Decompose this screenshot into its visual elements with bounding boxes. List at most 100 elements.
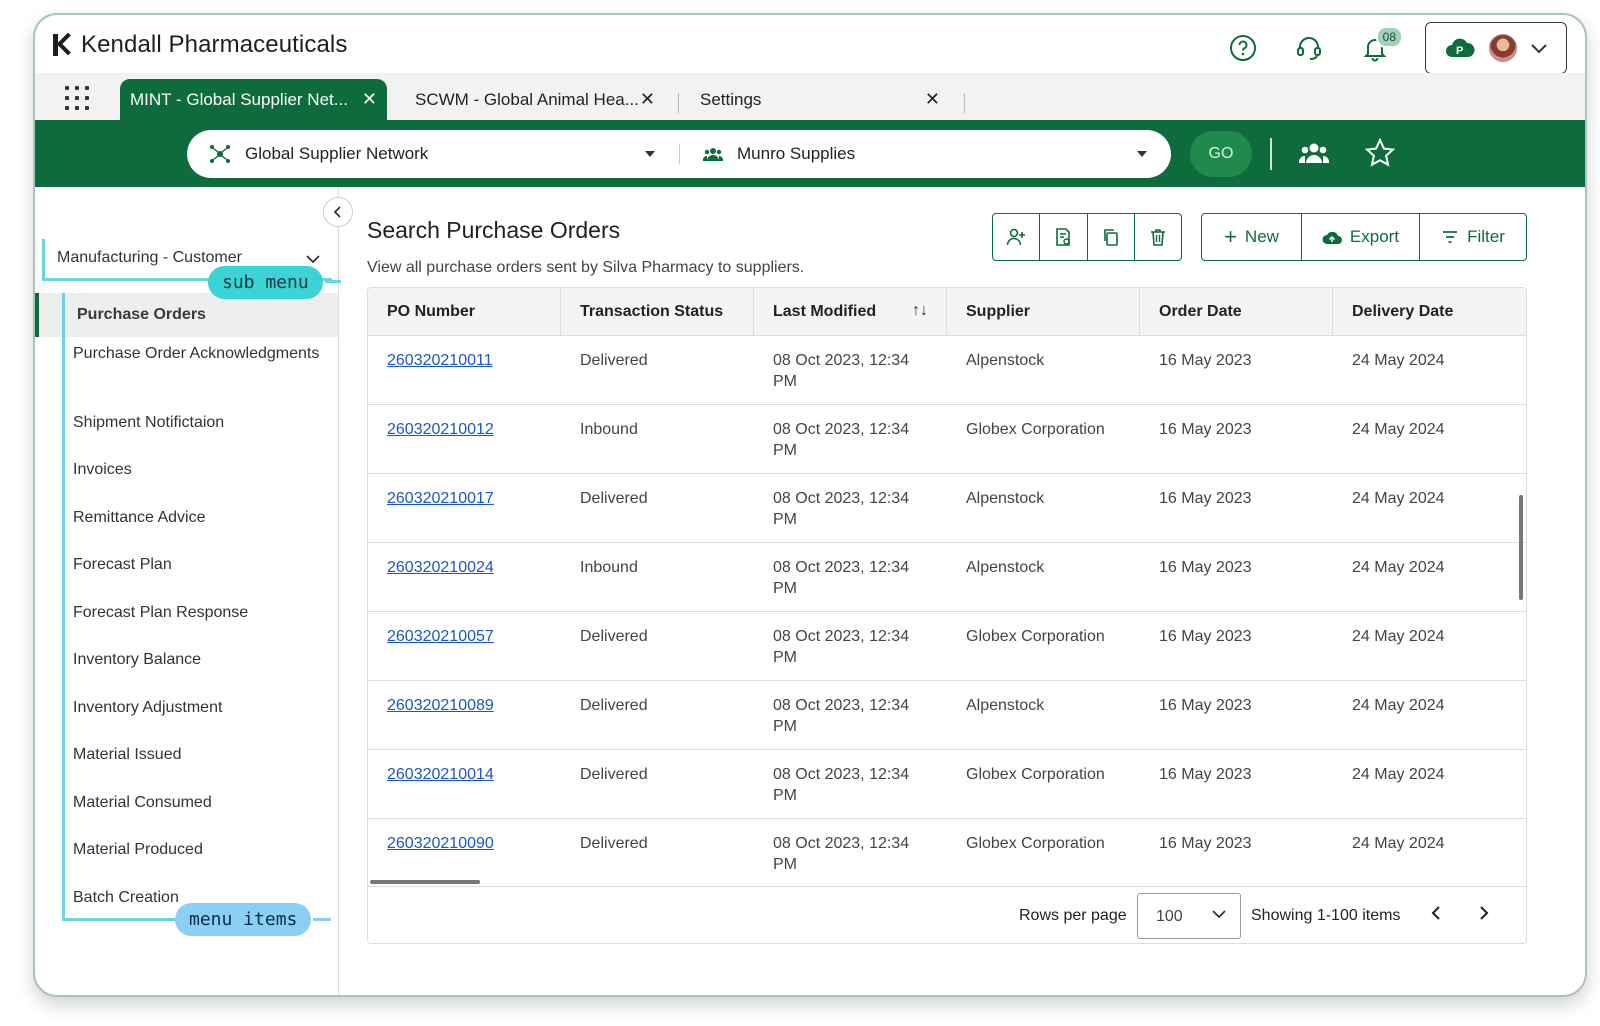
- export-button[interactable]: Export: [1302, 214, 1420, 260]
- delete-icon[interactable]: [1135, 214, 1181, 260]
- sidebar-item-shipment-notification[interactable]: Shipment Notifictaion: [73, 412, 323, 434]
- context-selector: Global Supplier Network Munro Supplies: [187, 130, 1171, 178]
- annotation-connector: [325, 280, 341, 283]
- po-number-link[interactable]: 260320210017: [387, 490, 494, 507]
- column-header-order-date[interactable]: Order Date: [1140, 288, 1333, 335]
- brand-logo[interactable]: Kendall Pharmaceuticals: [53, 31, 347, 59]
- sidebar-item-material-produced[interactable]: Material Produced: [73, 839, 323, 861]
- group-icon: [703, 148, 723, 161]
- last-modified-cell: 08 Oct 2023, 12:34 PM: [773, 766, 910, 804]
- last-modified-cell: 08 Oct 2023, 12:34 PM: [773, 628, 910, 666]
- tab-mint[interactable]: MINT - Global Supplier Net... ✕: [120, 79, 387, 120]
- submenu-label: Manufacturing - Customer: [57, 249, 242, 266]
- submenu-annotation-tag: sub menu: [208, 266, 323, 299]
- table-header: PO Number Transaction Status Last Modifi…: [368, 288, 1526, 336]
- sort-icon[interactable]: ↑↓: [912, 302, 928, 320]
- network-icon: [210, 145, 230, 163]
- filter-label: Filter: [1467, 227, 1505, 246]
- supplier-cell: Globex Corporation: [966, 628, 1105, 645]
- favorite-star-icon[interactable]: [1364, 137, 1396, 173]
- chevron-down-icon: [306, 255, 320, 264]
- column-header-delivery-date[interactable]: Delivery Date: [1333, 288, 1526, 335]
- account-menu-button[interactable]: P: [1425, 22, 1567, 74]
- sidebar-item-forecast-plan[interactable]: Forecast Plan: [73, 554, 323, 576]
- po-number-link[interactable]: 260320210024: [387, 559, 494, 576]
- po-number-link[interactable]: 260320210057: [387, 628, 494, 645]
- horizontal-scrollbar[interactable]: [370, 880, 480, 884]
- previous-page-button[interactable]: [1430, 905, 1442, 926]
- sidebar-item-material-issued[interactable]: Material Issued: [73, 744, 323, 766]
- kendall-logo-icon: [53, 34, 73, 56]
- po-number-link[interactable]: 260320210090: [387, 835, 494, 852]
- last-modified-cell: 08 Oct 2023, 12:34 PM: [773, 421, 910, 459]
- supplier-select[interactable]: Munro Supplies: [679, 130, 1171, 178]
- supplier-cell: Alpenstock: [966, 490, 1045, 507]
- column-header-po-number[interactable]: PO Number: [368, 288, 561, 335]
- tab-label: SCWM - Global Animal Hea...: [415, 89, 639, 109]
- status-cell: Delivered: [580, 766, 648, 783]
- next-page-button[interactable]: [1478, 905, 1490, 926]
- filter-button[interactable]: Filter: [1420, 214, 1526, 260]
- go-button[interactable]: GO: [1190, 131, 1252, 177]
- status-cell: Delivered: [580, 697, 648, 714]
- order-date-cell: 16 May 2023: [1159, 697, 1252, 714]
- last-modified-cell: 08 Oct 2023, 12:34 PM: [773, 697, 910, 735]
- vertical-scrollbar[interactable]: [1519, 495, 1523, 600]
- users-icon[interactable]: [1298, 140, 1330, 171]
- chevron-left-icon: [1431, 906, 1440, 920]
- sidebar-item-inventory-balance[interactable]: Inventory Balance: [73, 649, 323, 671]
- row-action-toolbar: [992, 213, 1182, 261]
- bell-icon[interactable]: 08: [1359, 26, 1403, 64]
- close-icon[interactable]: ✕: [925, 89, 940, 110]
- supplier-value: Munro Supplies: [737, 144, 856, 163]
- notification-badge: 08: [1375, 26, 1403, 48]
- last-modified-cell: 08 Oct 2023, 12:34 PM: [773, 352, 910, 390]
- po-number-link[interactable]: 260320210011: [387, 352, 493, 369]
- network-select[interactable]: Global Supplier Network: [187, 130, 679, 178]
- sidebar-item-purchase-orders[interactable]: Purchase Orders: [35, 293, 338, 337]
- column-header-transaction-status[interactable]: Transaction Status: [561, 288, 754, 335]
- po-number-link[interactable]: 260320210014: [387, 766, 494, 783]
- collapse-sidebar-button[interactable]: [323, 197, 353, 227]
- close-icon[interactable]: ✕: [640, 89, 655, 110]
- assign-user-icon[interactable]: [993, 214, 1041, 260]
- table-row: 260320210017 Delivered 08 Oct 2023, 12:3…: [368, 474, 1526, 543]
- bar-divider: [1270, 138, 1272, 170]
- po-number-link[interactable]: 260320210089: [387, 697, 494, 714]
- rows-per-page-value: 100: [1156, 908, 1183, 925]
- filter-icon: [1443, 231, 1458, 243]
- document-settings-icon[interactable]: [1040, 214, 1088, 260]
- sidebar-item-inventory-adjustment[interactable]: Inventory Adjustment: [73, 697, 323, 719]
- supplier-cell: Globex Corporation: [966, 421, 1105, 438]
- table-row: 260320210012 Inbound 08 Oct 2023, 12:34 P…: [368, 405, 1526, 474]
- po-number-link[interactable]: 260320210012: [387, 421, 494, 438]
- sidebar-item-po-acknowledgments[interactable]: Purchase Order Acknowledgments: [73, 343, 323, 365]
- status-cell: Inbound: [580, 421, 638, 438]
- header-actions: 08 P: [1227, 22, 1567, 74]
- close-icon[interactable]: ✕: [362, 89, 377, 110]
- column-header-supplier[interactable]: Supplier: [947, 288, 1140, 335]
- help-icon[interactable]: [1227, 32, 1259, 64]
- column-header-last-modified[interactable]: Last Modified ↑↓: [754, 288, 947, 335]
- status-cell: Delivered: [580, 352, 648, 369]
- copy-icon[interactable]: [1088, 214, 1135, 260]
- table-pagination: Rows per page 100 Showing 1-100 items: [368, 886, 1526, 943]
- sidebar-item-forecast-plan-response[interactable]: Forecast Plan Response: [73, 602, 323, 624]
- sidebar-item-remittance-advice[interactable]: Remittance Advice: [73, 507, 323, 529]
- sidebar-item-invoices[interactable]: Invoices: [73, 459, 323, 481]
- support-headset-icon[interactable]: [1293, 32, 1325, 64]
- tab-settings[interactable]: Settings ✕: [690, 79, 950, 120]
- supplier-cell: Alpenstock: [966, 559, 1045, 576]
- new-button[interactable]: + New: [1202, 214, 1302, 260]
- tab-scwm[interactable]: SCWM - Global Animal Hea... ✕: [405, 79, 665, 120]
- rows-per-page-select[interactable]: 100: [1137, 893, 1241, 939]
- app-launcher-icon[interactable]: [65, 86, 89, 110]
- order-date-cell: 16 May 2023: [1159, 766, 1252, 783]
- order-date-cell: 16 May 2023: [1159, 421, 1252, 438]
- order-date-cell: 16 May 2023: [1159, 559, 1252, 576]
- annotation-rail: [62, 293, 65, 921]
- status-cell: Inbound: [580, 559, 638, 576]
- showing-count: Showing 1-100 items: [1251, 907, 1401, 924]
- supplier-cell: Globex Corporation: [966, 766, 1105, 783]
- sidebar-item-material-consumed[interactable]: Material Consumed: [73, 792, 323, 814]
